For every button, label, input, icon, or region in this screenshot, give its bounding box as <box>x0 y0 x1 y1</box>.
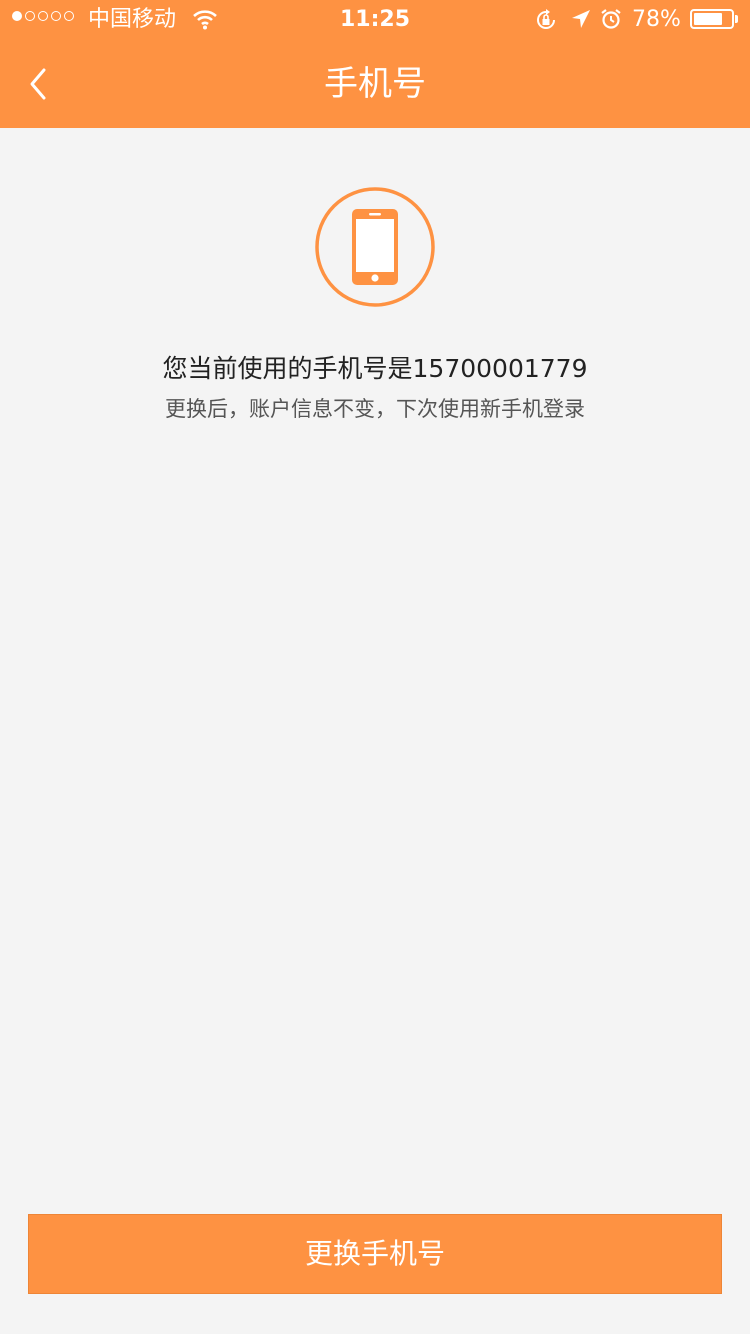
battery-tip <box>735 15 738 23</box>
change-hint-text: 更换后，账户信息不变，下次使用新手机登录 <box>165 397 585 421</box>
location-arrow-icon <box>572 10 590 28</box>
rotation-lock-icon <box>537 9 555 29</box>
page-title: 手机号 <box>324 64 426 104</box>
status-bar: 中国移动 11:25 78% <box>0 0 750 40</box>
alarm-clock-icon <box>601 9 621 29</box>
smartphone-icon <box>315 187 435 307</box>
battery-icon <box>690 9 734 29</box>
battery-percentage: 78% <box>632 7 681 32</box>
navigation-bar: 中国移动 11:25 78% 手机号 <box>0 0 750 128</box>
battery-level-fill <box>694 13 723 25</box>
current-phone-number-text: 您当前使用的手机号是15700001779 <box>162 354 588 383</box>
change-phone-number-button[interactable]: 更换手机号 <box>28 1214 722 1294</box>
